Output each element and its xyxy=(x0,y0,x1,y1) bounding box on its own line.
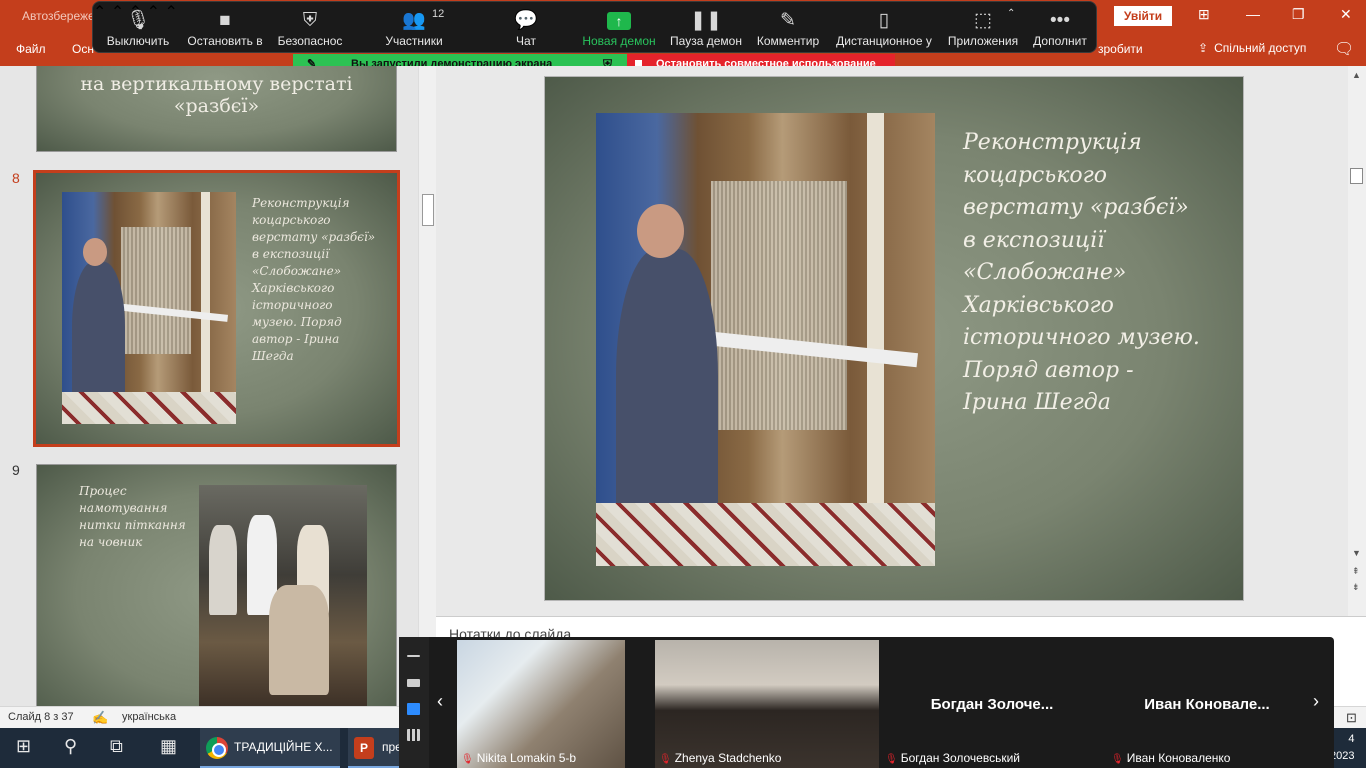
slide-thumbnail-9[interactable]: Процес намотування нитки піткання на чов… xyxy=(36,464,397,706)
chat-button[interactable]: 💬 Чат xyxy=(501,8,551,52)
menu-file[interactable]: Файл xyxy=(16,42,46,56)
participants-count: 12 xyxy=(432,8,445,20)
participant-tile-1[interactable]: Nikita Lomakin 5-b xyxy=(457,640,625,768)
shield-icon: ⛨ xyxy=(302,10,318,31)
loom-photo[interactable] xyxy=(596,113,935,566)
pause-icon: ❚❚ xyxy=(690,10,722,31)
next-slide-icon[interactable]: ⇟ xyxy=(1352,582,1360,593)
slide-thumbnails-pane[interactable]: на вертикальному верстаті «разбєї» 8 Рек… xyxy=(0,66,418,706)
thumbnails-scroll-thumb[interactable] xyxy=(422,194,434,226)
slide-number-9: 9 xyxy=(12,462,20,478)
more-button[interactable]: ••• Дополнит xyxy=(1029,8,1091,52)
current-slide[interactable]: Реконструкція коцарського верстату «разб… xyxy=(544,76,1244,601)
share-arrow-icon: ↑ xyxy=(607,12,631,30)
scroll-down-icon[interactable]: ▼ xyxy=(1352,548,1361,558)
autosave-label[interactable]: Автозбереже xyxy=(22,9,95,23)
tell-me-hint[interactable]: зробити xyxy=(1098,42,1143,56)
taskbar-chrome[interactable]: ТРАДИЦІЙНЕ Х... xyxy=(200,728,340,768)
participant-tile-2[interactable]: Zhenya Stadchenko xyxy=(655,640,879,768)
gallery-next-icon[interactable]: › xyxy=(1313,691,1319,712)
slide-thumbnail-7[interactable]: на вертикальному верстаті «разбєї» xyxy=(36,66,397,152)
camera-icon: ■ xyxy=(219,10,231,31)
menu-home[interactable]: Осн xyxy=(72,42,94,56)
security-button[interactable]: ⛨ Безопаснос xyxy=(275,8,345,52)
mute-button[interactable]: 🎙 Выключить xyxy=(105,8,171,52)
calculator-icon[interactable]: ▦ xyxy=(160,736,177,757)
spellcheck-icon[interactable]: ✍ xyxy=(92,710,108,726)
more-dots-icon: ••• xyxy=(1050,10,1070,31)
weaving-group-photo xyxy=(199,485,367,706)
chat-bubble-icon: 💬 xyxy=(514,10,538,31)
fit-to-window-icon[interactable]: ⊡ xyxy=(1346,710,1357,726)
scroll-up-icon[interactable]: ▲ xyxy=(1352,70,1361,80)
zoom-video-gallery: ‹ Nikita Lomakin 5-b Zhenya Stadchenko Б… xyxy=(399,637,1334,768)
task-view-icon[interactable]: ⧉ xyxy=(110,736,123,757)
slide-number-8: 8 xyxy=(12,170,20,186)
slide-editor-area[interactable]: Реконструкція коцарського верстату «разб… xyxy=(436,66,1348,616)
previous-slide-icon[interactable]: ⇞ xyxy=(1352,566,1360,577)
chrome-icon xyxy=(206,737,228,759)
slide-scroll-thumb[interactable] xyxy=(1350,168,1363,184)
remote-control-button[interactable]: ▯ Дистанционное у xyxy=(833,8,935,52)
windows-start-icon[interactable]: ⊞ xyxy=(16,736,31,757)
grid-view-icon[interactable] xyxy=(407,729,420,741)
language-indicator[interactable]: українська xyxy=(122,711,176,723)
annotate-button[interactable]: ✎ Комментир xyxy=(753,8,823,52)
powerpoint-icon: P xyxy=(354,737,374,759)
apps-badge-icon: ⌃ xyxy=(1007,8,1016,19)
gallery-prev-icon[interactable]: ‹ xyxy=(437,691,443,712)
ribbon-display-icon[interactable]: ⊞ xyxy=(1198,6,1210,23)
pencil-icon: ✎ xyxy=(780,10,796,31)
comments-icon[interactable]: 🗨 xyxy=(1334,39,1354,59)
stop-video-button[interactable]: ■ Остановить в xyxy=(185,8,265,52)
close-icon[interactable]: ✕ xyxy=(1340,6,1352,23)
slide7-title: на вертикальному верстаті «разбєї» xyxy=(80,73,353,117)
slide-vertical-scrollbar[interactable]: ▲ ▼ ⇞ ⇟ xyxy=(1348,66,1366,616)
participant-tile-4[interactable]: Иван Коновале... Иван Коноваленко xyxy=(1107,640,1307,768)
share-button[interactable]: Спільний доступ xyxy=(1198,41,1306,55)
new-share-button[interactable]: ↑ Новая демон xyxy=(579,8,659,52)
strip-view-icon[interactable] xyxy=(407,703,420,715)
gallery-view-switcher[interactable] xyxy=(399,637,429,768)
minimize-gallery-icon[interactable] xyxy=(407,655,420,657)
loom-photo-thumb xyxy=(62,192,236,424)
zoom-toolbar: 🎙 Выключить ⌃ ■ Остановить в ⌃ ⛨ Безопас… xyxy=(92,1,1097,53)
taskbar-powerpoint[interactable]: P пре xyxy=(348,728,402,768)
slide8-caption: Реконструкція коцарського верстату «разб… xyxy=(252,196,376,363)
slide-thumbnail-8[interactable]: Реконструкція коцарського верстату «разб… xyxy=(33,170,400,447)
slide9-caption: Процес намотування нитки піткання на чов… xyxy=(79,484,186,549)
search-icon[interactable]: ⚲ xyxy=(64,736,77,757)
thumbnails-scrollbar[interactable] xyxy=(418,66,436,706)
sign-in-button[interactable]: Увійти xyxy=(1114,6,1172,26)
microphone-icon: 🎙 xyxy=(125,10,151,31)
slide-counter: Слайд 8 з 37 xyxy=(8,711,74,723)
speaker-view-icon[interactable] xyxy=(407,679,420,687)
mouse-icon: ▯ xyxy=(878,10,890,31)
slide-text-box[interactable]: Реконструкція коцарського верстату «разб… xyxy=(963,127,1233,420)
restore-icon[interactable]: ❐ xyxy=(1292,6,1305,23)
pause-share-button[interactable]: ❚❚ Пауза демон xyxy=(667,8,745,52)
participant-tile-3[interactable]: Богдан Золоче... Богдан Золочевський xyxy=(881,640,1103,768)
minimize-icon[interactable]: — xyxy=(1246,6,1260,22)
